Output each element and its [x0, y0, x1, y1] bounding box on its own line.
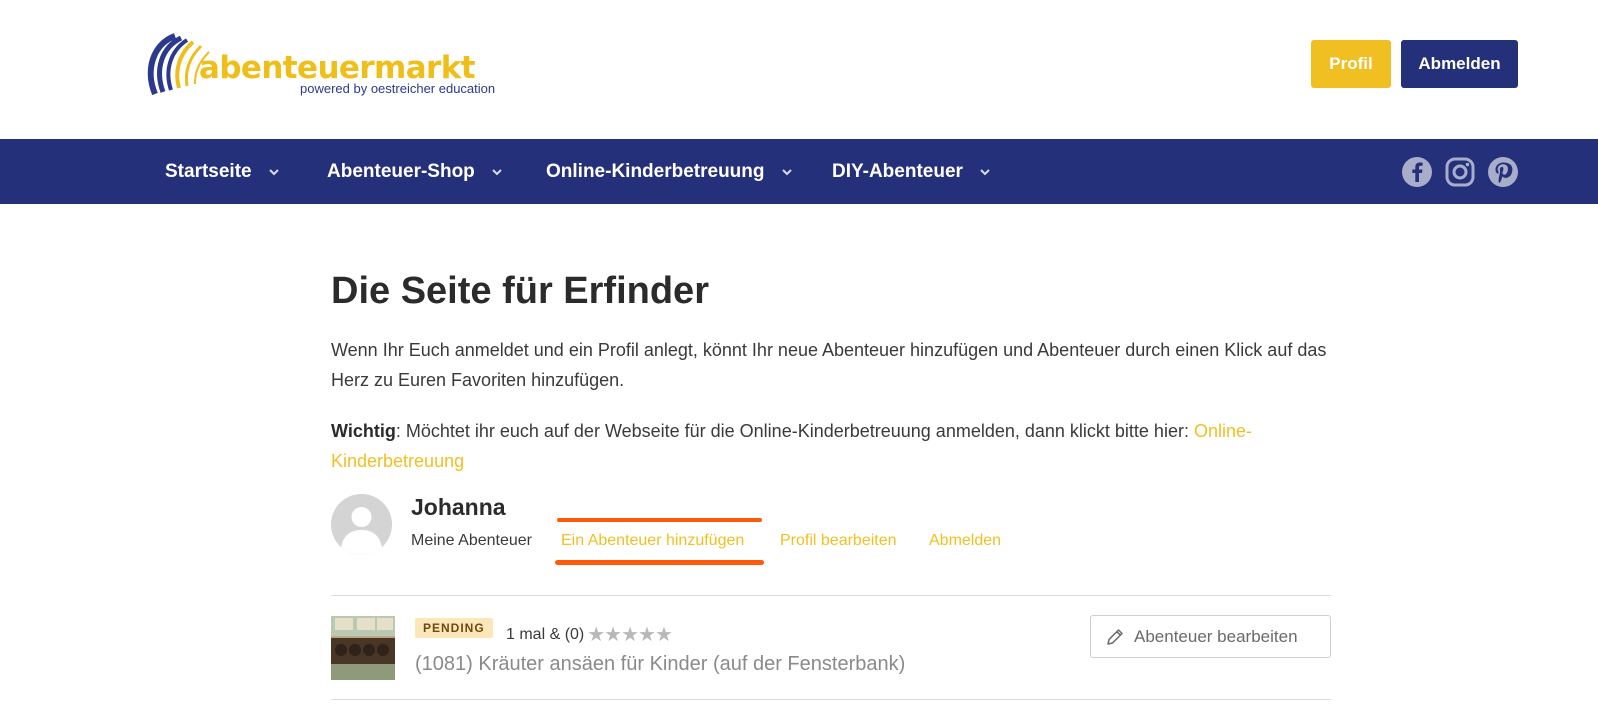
notice-label: Wichtig — [331, 421, 396, 441]
nav-item-label: Online-Kinderbetreuung — [546, 160, 765, 182]
instagram-icon[interactable] — [1444, 156, 1476, 188]
herbs-photo-icon — [331, 616, 395, 680]
profil-bearbeiten-link[interactable]: Profil bearbeiten — [780, 532, 897, 550]
nav-item-online-kinderbetreuung[interactable]: Online-Kinderbetreuung — [546, 139, 793, 204]
entry-thumbnail[interactable] — [331, 616, 395, 680]
nav-item-diy-abenteuer[interactable]: DIY-Abenteuer — [832, 139, 991, 204]
meine-abenteuer-link[interactable]: Meine Abenteuer — [411, 532, 532, 550]
abenteuer-hinzufuegen-link[interactable]: Ein Abenteuer hinzufügen — [561, 532, 744, 550]
chevron-down-icon — [980, 168, 990, 175]
chevron-down-icon — [781, 168, 792, 175]
facebook-icon[interactable] — [1401, 156, 1433, 188]
nav-item-startseite[interactable]: Startseite — [165, 139, 280, 204]
logo-tagline: powered by oestreicher education — [300, 81, 496, 96]
abenteuer-bearbeiten-button[interactable]: Abenteuer bearbeiten — [1090, 615, 1331, 658]
chevron-down-icon — [492, 168, 502, 175]
abmelden-button[interactable]: Abmelden — [1401, 40, 1518, 88]
entry-meta: 1 mal & (0) ★★★★★ — [506, 622, 673, 647]
edit-button-label: Abenteuer bearbeiten — [1134, 626, 1298, 646]
main-nav: Startseite Abenteuer-Shop Online-Kinderb… — [0, 139, 1598, 204]
user-panel: Johanna Meine Abenteuer Ein Abenteuer hi… — [331, 494, 1331, 558]
nav-item-label: DIY-Abenteuer — [832, 160, 963, 182]
header: abenteuermarkt powered by oestreicher ed… — [0, 0, 1598, 137]
highlight-mark-top — [557, 518, 762, 522]
avatar-placeholder-icon — [331, 494, 392, 555]
profil-button[interactable]: Profil — [1311, 40, 1391, 88]
highlight-mark-bottom — [555, 560, 764, 565]
logo[interactable]: abenteuermarkt powered by oestreicher ed… — [145, 30, 495, 100]
pencil-icon — [1107, 628, 1123, 645]
notice-text: : Möchtet ihr euch auf der Webseite für … — [395, 421, 1194, 441]
entry-count: 1 mal & (0) — [506, 625, 585, 643]
status-badge: PENDING — [415, 618, 493, 638]
notice-paragraph: Wichtig: Möchtet ihr euch auf der Websei… — [331, 416, 1331, 476]
divider — [331, 699, 1331, 700]
page-title: Die Seite für Erfinder — [331, 270, 709, 312]
abmelden-link[interactable]: Abmelden — [929, 532, 1001, 550]
star-rating: ★★★★★ — [587, 624, 673, 646]
avatar — [331, 494, 392, 555]
chevron-down-icon — [268, 168, 279, 175]
divider — [331, 595, 1331, 596]
user-name: Johanna — [411, 494, 506, 520]
intro-paragraph: Wenn Ihr Euch anmeldet und ein Profil an… — [331, 340, 1327, 390]
list-item: PENDING 1 mal & (0) ★★★★★ (1081) Kräuter… — [331, 615, 1331, 682]
nav-item-label: Abenteuer-Shop — [327, 160, 475, 182]
nav-item-label: Startseite — [165, 160, 252, 182]
pinterest-icon[interactable] — [1487, 156, 1519, 188]
entry-title[interactable]: (1081) Kräuter ansäen für Kinder (auf de… — [415, 653, 905, 676]
nav-item-abenteuer-shop[interactable]: Abenteuer-Shop — [327, 139, 503, 204]
